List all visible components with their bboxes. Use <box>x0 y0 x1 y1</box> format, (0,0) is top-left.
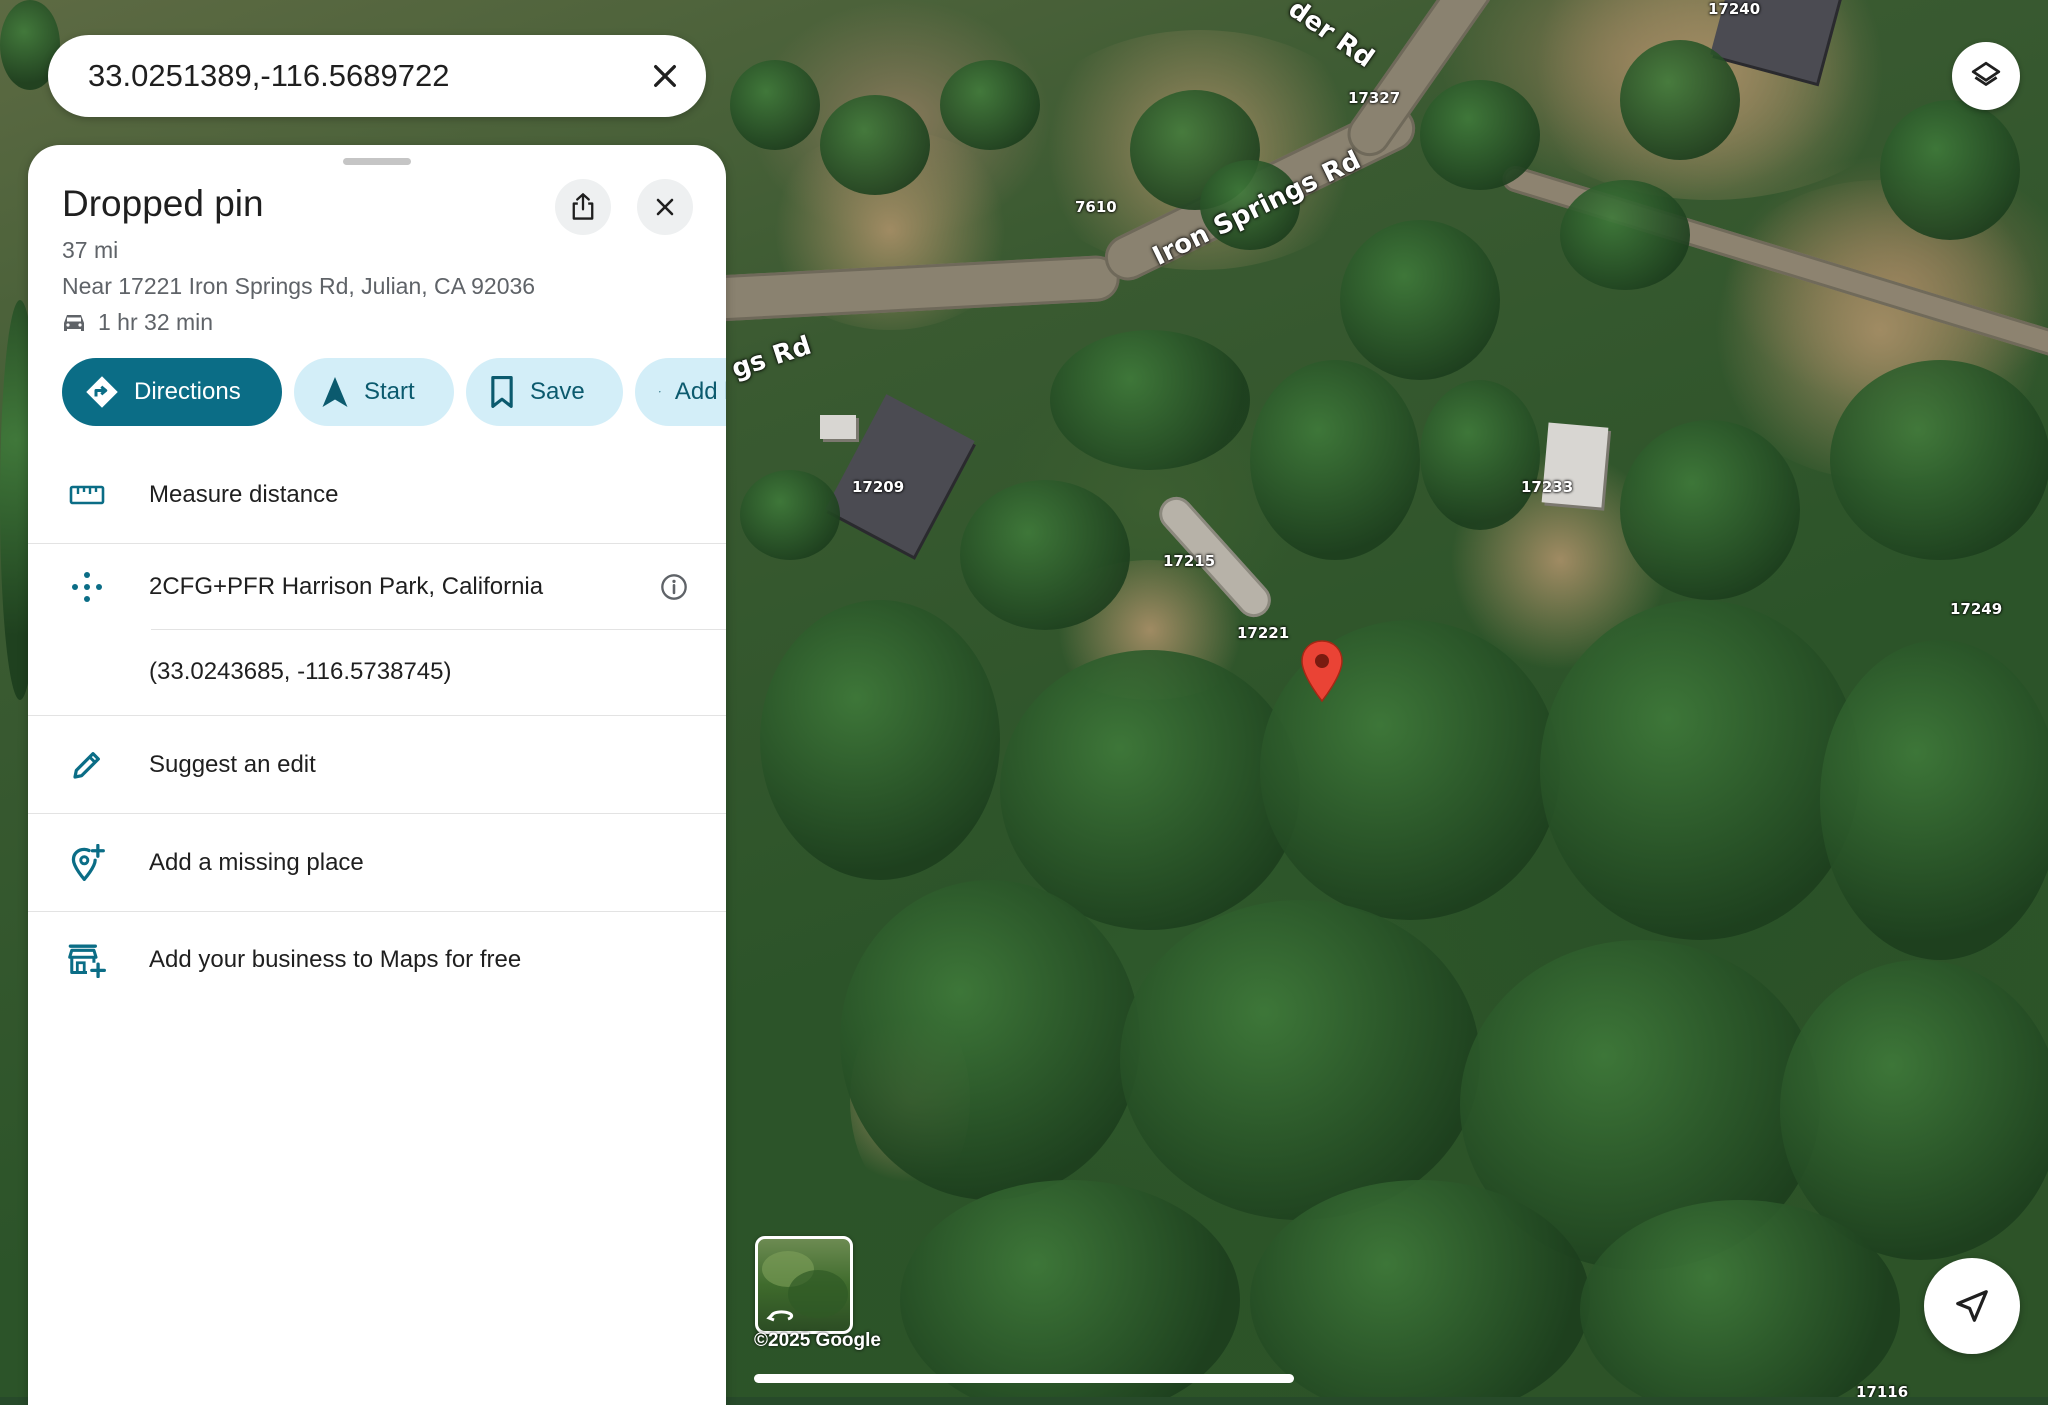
search-bar[interactable]: 33.0251389,-116.5689722 <box>48 35 706 117</box>
tree <box>820 95 930 195</box>
place-distance: 37 mi <box>62 237 119 263</box>
tree <box>1880 100 2020 240</box>
search-input[interactable]: 33.0251389,-116.5689722 <box>88 58 624 94</box>
tree <box>1620 420 1800 600</box>
tree <box>730 60 820 150</box>
address-label: 17240 <box>1708 0 1761 18</box>
divider <box>28 715 726 716</box>
place-address: Near 17221 Iron Springs Rd, Julian, CA 9… <box>62 273 536 299</box>
drive-time: 1 hr 32 min <box>62 309 213 336</box>
tree <box>1000 650 1300 930</box>
directions-label: Directions <box>134 378 241 405</box>
tree <box>1050 330 1250 470</box>
close-panel-button[interactable] <box>637 179 693 235</box>
car-icon <box>64 314 84 331</box>
address-label: 17221 <box>1237 624 1290 642</box>
layers-icon <box>1971 61 2001 86</box>
share-button[interactable] <box>555 179 611 235</box>
tree <box>760 600 1000 880</box>
street-view-thumbnail[interactable] <box>755 1236 853 1334</box>
address-label: 17209 <box>852 478 905 496</box>
address-label: 17233 <box>1521 478 1574 496</box>
tree <box>900 1180 1240 1397</box>
flag-icon <box>659 391 661 393</box>
add-location-icon <box>71 844 105 881</box>
plus-code-item[interactable]: 2CFG+PFR Harrison Park, California <box>28 557 726 617</box>
house-roof <box>820 415 856 439</box>
add-missing-place-item[interactable]: Add a missing place <box>28 833 726 893</box>
layers-button[interactable] <box>1952 42 2020 110</box>
start-button[interactable]: Start <box>294 358 454 426</box>
my-location-button[interactable] <box>1924 1258 2020 1354</box>
suggest-edit-label: Suggest an edit <box>149 751 316 778</box>
share-icon <box>572 193 594 220</box>
road-label-west: gs Rd <box>728 330 816 385</box>
close-icon <box>654 65 676 87</box>
directions-button[interactable]: Directions <box>62 358 282 426</box>
navigation-arrow-icon <box>322 377 348 407</box>
add-business-item[interactable]: Add your business to Maps for free <box>28 930 726 990</box>
address-label: 17215 <box>1163 552 1216 570</box>
tree <box>840 880 1140 1200</box>
dropped-pin-marker-icon[interactable] <box>1300 639 1344 703</box>
tree <box>1250 360 1420 560</box>
tree <box>940 60 1040 150</box>
tree <box>1120 900 1480 1220</box>
tree <box>1420 380 1540 530</box>
tree <box>1560 180 1690 290</box>
tree <box>1820 640 2048 960</box>
panel-drag-handle[interactable] <box>343 158 411 165</box>
divider <box>28 813 726 814</box>
address-label: 17249 <box>1950 600 2003 618</box>
coordinates-label: (33.0243685, -116.5738745) <box>149 658 452 685</box>
tree <box>740 470 840 560</box>
drive-time-text: 1 hr 32 min <box>98 309 214 335</box>
pencil-icon <box>72 752 100 779</box>
map-copyright: ©2025 Google <box>754 1330 881 1351</box>
measure-distance-item[interactable]: Measure distance <box>28 465 726 525</box>
add-business-icon <box>67 944 106 978</box>
add-label-button[interactable]: Add label <box>635 358 726 426</box>
close-icon <box>656 198 674 216</box>
search-clear-button[interactable] <box>624 35 706 117</box>
address-label: 17116 <box>1856 1383 1909 1397</box>
suggest-edit-item[interactable]: Suggest an edit <box>28 735 726 795</box>
add-business-label: Add your business to Maps for free <box>149 946 522 973</box>
coordinates-item[interactable]: (33.0243685, -116.5738745) <box>28 642 726 702</box>
place-details-panel: Dropped pin 37 mi Near 17221 Iron Spring… <box>28 145 726 1405</box>
tree <box>1420 80 1540 190</box>
add-label-label: Add label <box>674 378 726 405</box>
tree <box>1830 360 2048 560</box>
add-missing-place-label: Add a missing place <box>149 849 364 876</box>
place-title: Dropped pin <box>62 183 264 224</box>
divider <box>151 629 726 630</box>
address-label: 17327 <box>1348 89 1401 107</box>
save-button[interactable]: Save <box>466 358 623 426</box>
tree <box>1540 600 1860 940</box>
divider <box>28 911 726 912</box>
start-label: Start <box>364 378 415 405</box>
info-icon[interactable] <box>660 573 688 601</box>
ruler-icon <box>69 485 104 505</box>
tree <box>1620 40 1740 160</box>
measure-distance-label: Measure distance <box>149 481 339 508</box>
tree <box>1340 220 1500 380</box>
street-view-360-icon <box>762 1251 848 1322</box>
tree <box>960 480 1130 630</box>
address-label: 7610 <box>1075 198 1117 216</box>
divider <box>28 543 726 544</box>
plus-code-icon <box>71 572 102 602</box>
directions-icon <box>86 376 118 408</box>
bookmark-icon <box>491 376 513 408</box>
home-indicator[interactable] <box>754 1374 1294 1383</box>
save-label: Save <box>530 378 585 405</box>
my-location-arrow-icon <box>1956 1290 1988 1322</box>
plus-code-label: 2CFG+PFR Harrison Park, California <box>149 573 544 600</box>
